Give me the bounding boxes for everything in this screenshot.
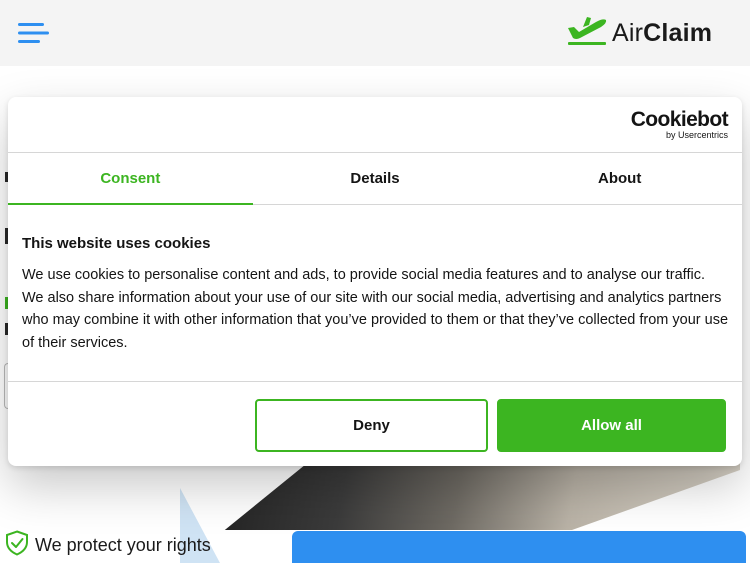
consent-tabs: Consent Details About: [8, 153, 742, 205]
airplane-takeoff-icon: [566, 16, 608, 51]
claim-panel: [292, 531, 746, 563]
consent-content: This website uses cookies We use cookies…: [8, 205, 742, 382]
cookie-consent-dialog: Cookiebot by Usercentrics Consent Detail…: [8, 97, 742, 466]
tab-consent[interactable]: Consent: [8, 153, 253, 205]
allow-all-button[interactable]: Allow all: [497, 399, 726, 452]
trust-badge: We protect your rights: [5, 529, 211, 561]
cookiebot-logo[interactable]: Cookiebot by Usercentrics: [631, 109, 729, 140]
dialog-header: Cookiebot by Usercentrics: [8, 97, 742, 153]
hamburger-menu-icon[interactable]: [18, 22, 50, 44]
tab-about[interactable]: About: [497, 153, 742, 204]
tab-details[interactable]: Details: [253, 153, 498, 204]
consent-actions: Deny Allow all: [8, 383, 742, 466]
airclaim-logo[interactable]: AirClaim: [566, 16, 712, 50]
trust-text: We protect your rights: [35, 534, 211, 555]
logo-wordmark: AirClaim: [612, 18, 713, 47]
consent-description: We use cookies to personalise content an…: [22, 267, 729, 352]
site-header: AirClaim: [0, 0, 750, 66]
deny-button[interactable]: Deny: [255, 399, 488, 452]
shield-check-icon: [5, 529, 29, 561]
consent-title: This website uses cookies: [22, 235, 211, 252]
